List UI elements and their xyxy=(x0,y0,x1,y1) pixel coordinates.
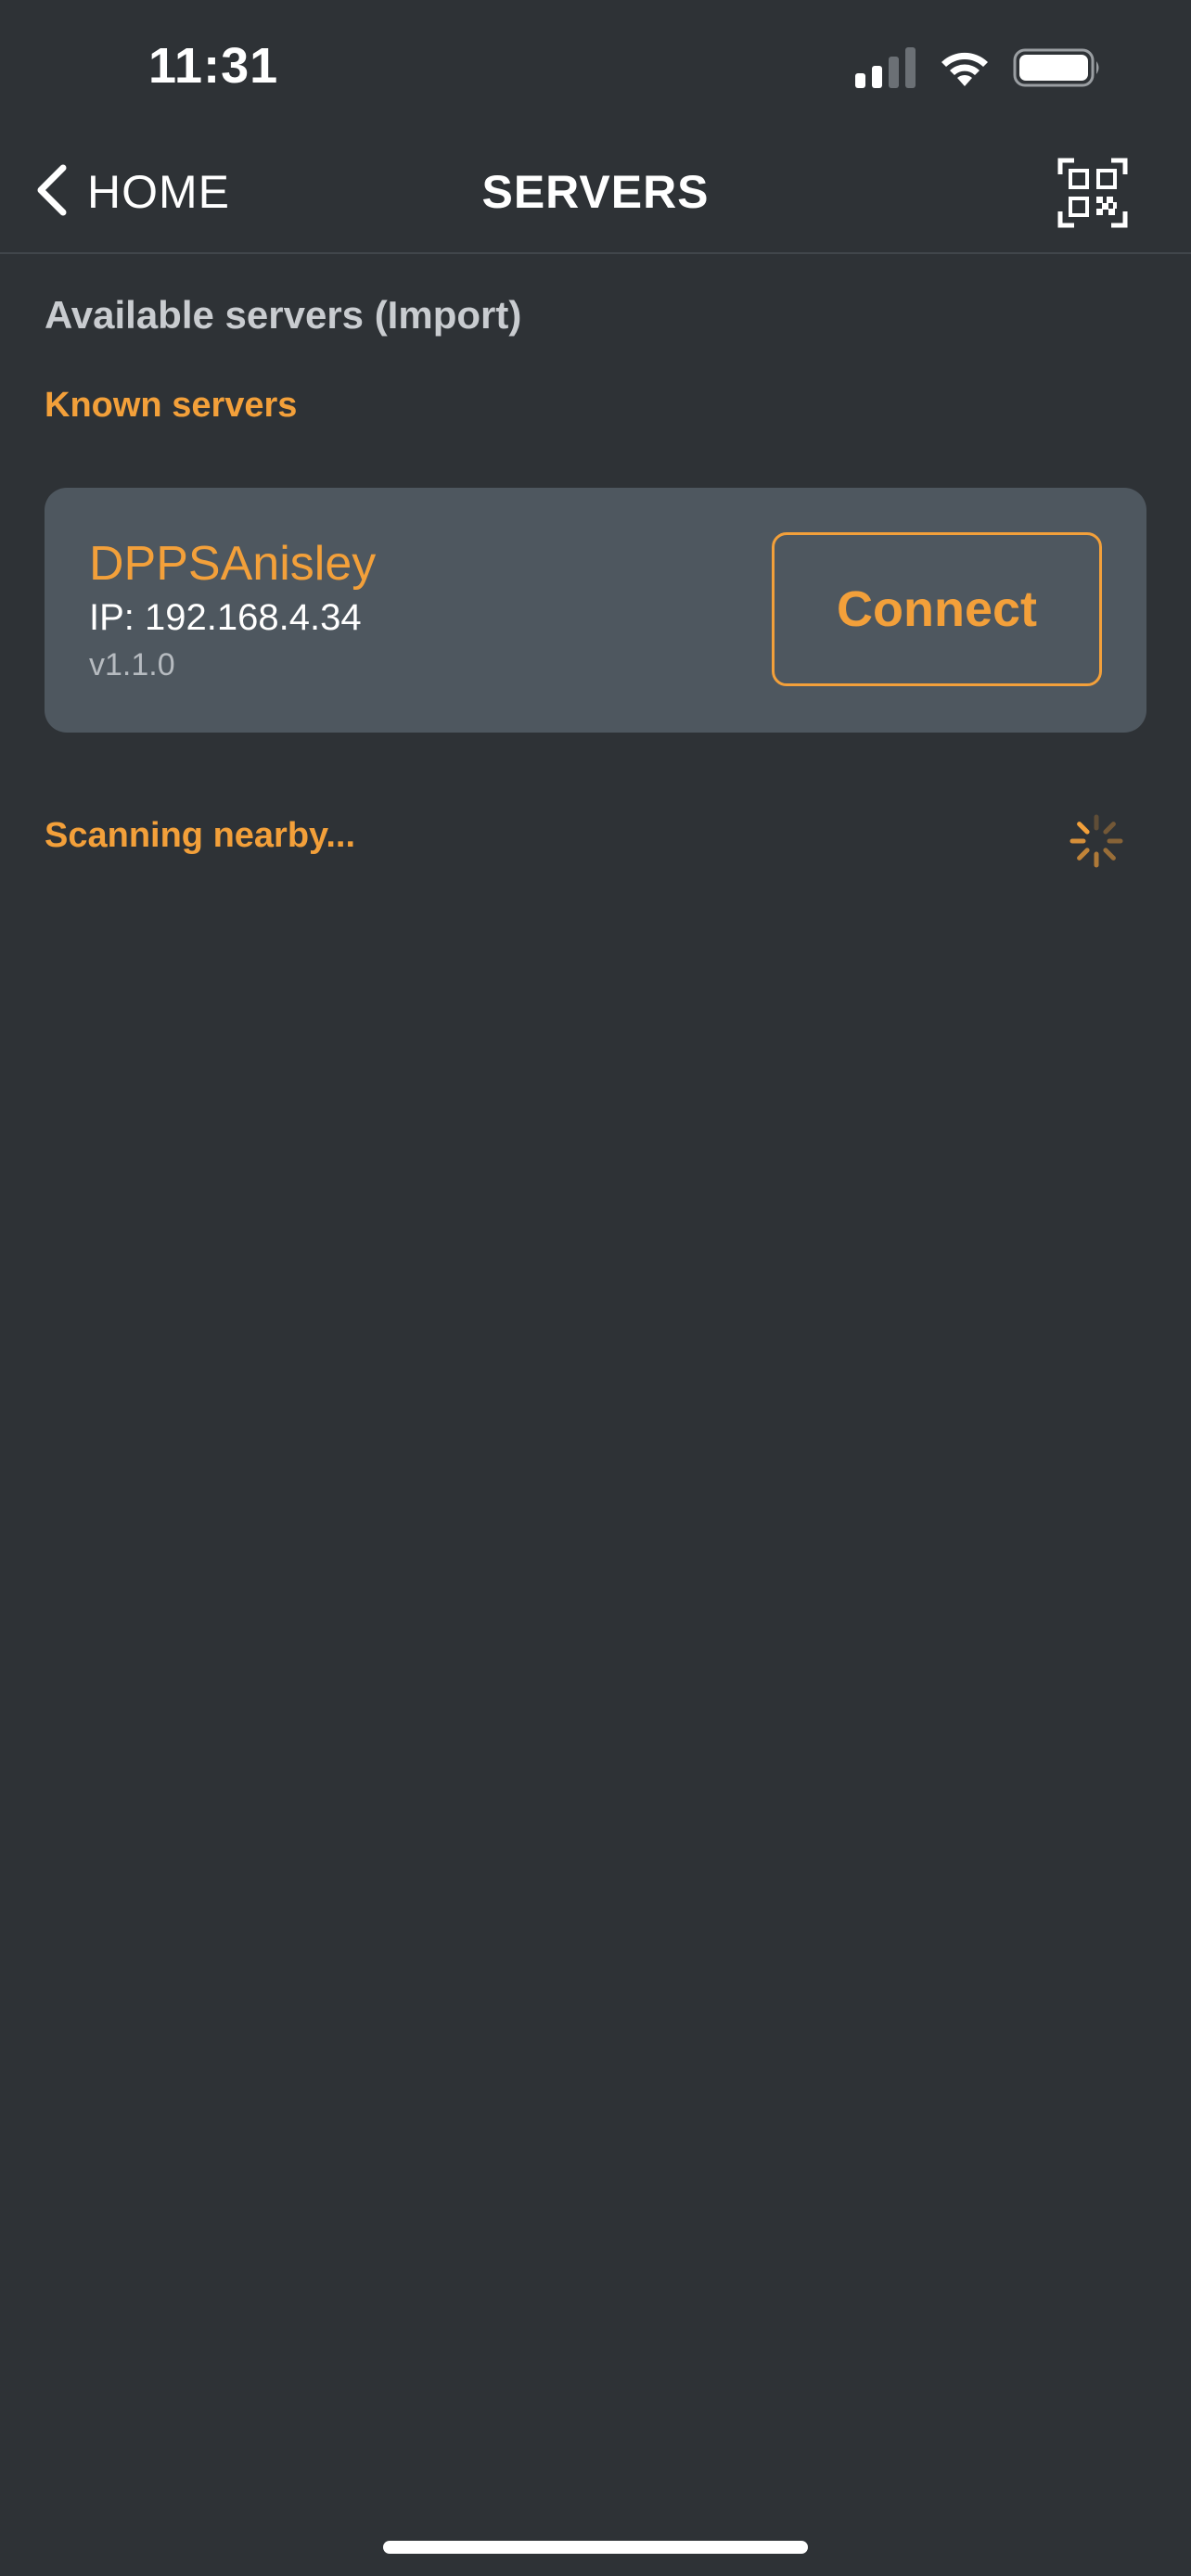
section-title: Available servers (Import) xyxy=(45,293,522,337)
connect-button[interactable]: Connect xyxy=(772,532,1102,686)
status-icons xyxy=(855,46,1102,93)
nav-bar: HOME SERVERS xyxy=(0,139,1191,254)
servers-screen: 11:31 HOME SERVERS Available servers (Im… xyxy=(0,0,1191,2576)
scanning-label: Scanning nearby... xyxy=(45,816,356,855)
battery-icon xyxy=(1013,47,1102,93)
status-time: 11:31 xyxy=(148,38,279,94)
status-bar: 11:31 xyxy=(0,0,1191,139)
back-button[interactable]: HOME xyxy=(33,159,230,224)
known-servers-label: Known servers xyxy=(45,386,298,425)
server-card: DPPSAnisley IP: 192.168.4.34 v1.1.0 Conn… xyxy=(45,488,1146,733)
home-indicator xyxy=(383,2541,808,2554)
server-version: v1.1.0 xyxy=(89,647,175,682)
back-label: HOME xyxy=(87,166,230,218)
cellular-signal-icon xyxy=(855,46,916,93)
server-name: DPPSAnisley xyxy=(89,537,377,591)
server-ip: IP: 192.168.4.34 xyxy=(89,597,362,638)
chevron-left-icon xyxy=(33,162,70,223)
qr-code-scan-icon xyxy=(1057,158,1128,232)
loading-spinner-icon xyxy=(1067,811,1126,871)
qr-scan-button[interactable] xyxy=(1057,158,1128,228)
wifi-icon xyxy=(937,47,992,93)
